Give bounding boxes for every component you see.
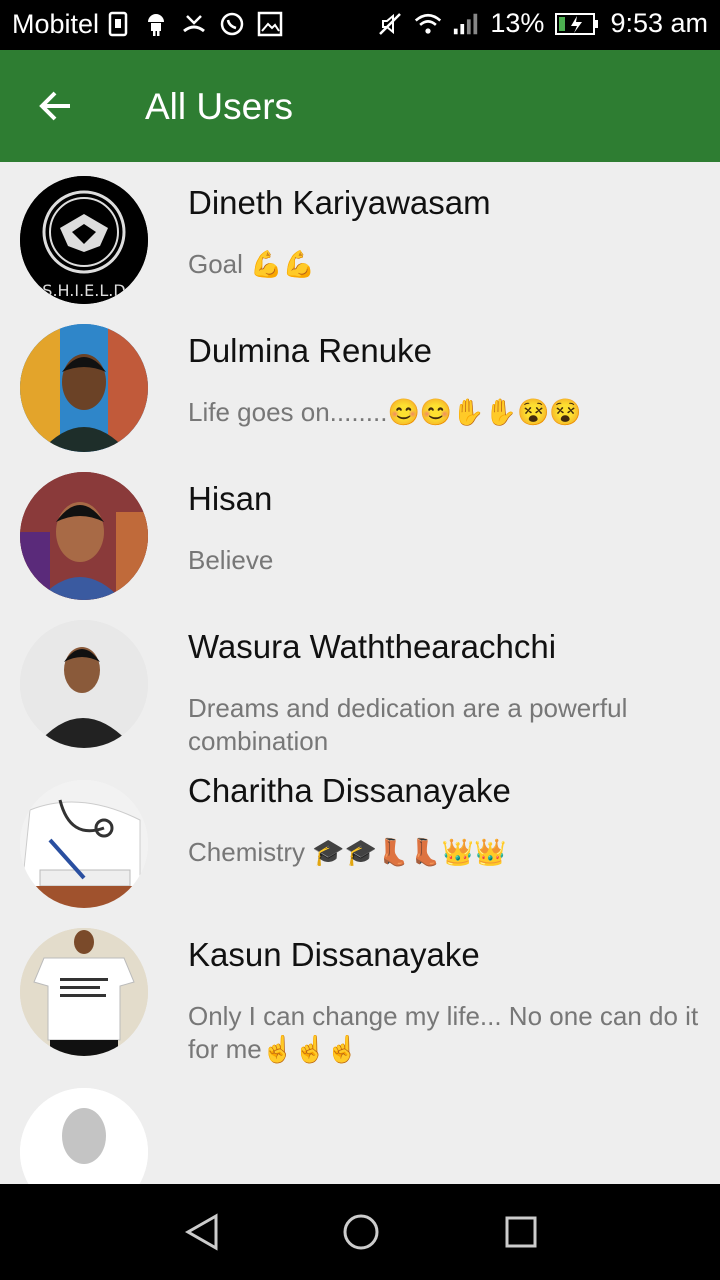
- user-name: Hisan: [188, 480, 273, 517]
- list-item[interactable]: [0, 1074, 720, 1184]
- user-photo-icon: [20, 472, 148, 600]
- avatar[interactable]: [20, 324, 148, 452]
- users-list[interactable]: S.H.I.E.L.D Dineth Kariyawasam Goal 💪💪 D…: [0, 162, 720, 1184]
- missed-call-icon: [180, 10, 208, 38]
- clock: 9:53 am: [610, 8, 708, 38]
- user-name: Kasun Dissanayake: [188, 936, 480, 973]
- app-bar: All Users: [0, 50, 720, 162]
- avatar[interactable]: S.H.I.E.L.D: [20, 176, 148, 304]
- avatar[interactable]: [20, 780, 148, 908]
- list-item[interactable]: Charitha Dissanayake Chemistry 🎓🎓👢👢👑👑: [0, 766, 720, 914]
- image-icon: [256, 10, 284, 38]
- sim-icon: [104, 10, 132, 38]
- user-status: Goal 💪💪: [188, 249, 315, 279]
- user-photo-icon: [20, 324, 148, 452]
- back-button[interactable]: [30, 80, 82, 132]
- arrow-back-icon: [39, 91, 70, 121]
- list-item[interactable]: Kasun Dissanayake Only I can change my l…: [0, 914, 720, 1074]
- user-status: Life goes on........😊😊✋✋😵😵: [188, 397, 582, 427]
- list-item[interactable]: S.H.I.E.L.D Dineth Kariyawasam Goal 💪💪: [0, 162, 720, 310]
- avatar[interactable]: [20, 472, 148, 600]
- nav-recents-button[interactable]: [497, 1208, 545, 1256]
- triangle-back-icon: [184, 1213, 218, 1251]
- list-item[interactable]: Hisan Believe: [0, 458, 720, 606]
- avatar[interactable]: [20, 620, 148, 748]
- user-photo-icon: [20, 928, 148, 1056]
- svg-text:S.H.I.E.L.D: S.H.I.E.L.D: [42, 281, 125, 300]
- signal-icon: [452, 10, 480, 38]
- user-status: Dreams and dedication are a powerful com…: [188, 693, 628, 756]
- user-name: Wasura Waththearachchi: [188, 628, 557, 665]
- user-name: Dulmina Renuke: [188, 332, 432, 369]
- status-bar: Mobitel 13% 9:53 am: [0, 0, 720, 50]
- user-status: Chemistry 🎓🎓👢👢👑👑: [188, 837, 507, 867]
- user-status: Believe: [188, 545, 274, 575]
- avatar[interactable]: [20, 928, 148, 1056]
- nav-back-button[interactable]: [178, 1208, 226, 1256]
- user-photo-icon: [20, 780, 148, 908]
- wifi-icon: [414, 10, 442, 38]
- user-photo-icon: [20, 620, 148, 748]
- battery-percent: 13%: [490, 8, 545, 38]
- default-avatar-icon: [20, 1088, 148, 1184]
- user-name: Charitha Dissanayake: [188, 772, 511, 809]
- avatar[interactable]: [20, 1088, 148, 1184]
- notification-icons: [104, 10, 284, 38]
- android-icon: [142, 10, 170, 38]
- carrier-name: Mobitel: [12, 9, 100, 39]
- square-recents-icon: [505, 1216, 537, 1248]
- user-status: Only I can change my life... No one can …: [188, 1001, 699, 1064]
- list-item[interactable]: Wasura Waththearachchi Dreams and dedica…: [0, 606, 720, 766]
- battery-charging-icon: [554, 10, 600, 38]
- circle-home-icon: [343, 1214, 379, 1250]
- nav-home-button[interactable]: [337, 1208, 385, 1256]
- page-title: All Users: [145, 86, 294, 127]
- whatsapp-icon: [218, 10, 246, 38]
- mute-icon: [376, 10, 404, 38]
- list-item[interactable]: Dulmina Renuke Life goes on........😊😊✋✋😵…: [0, 310, 720, 458]
- navigation-bar: [0, 1184, 720, 1280]
- user-name: Dineth Kariyawasam: [188, 184, 491, 221]
- shield-logo-icon: S.H.I.E.L.D: [20, 176, 148, 304]
